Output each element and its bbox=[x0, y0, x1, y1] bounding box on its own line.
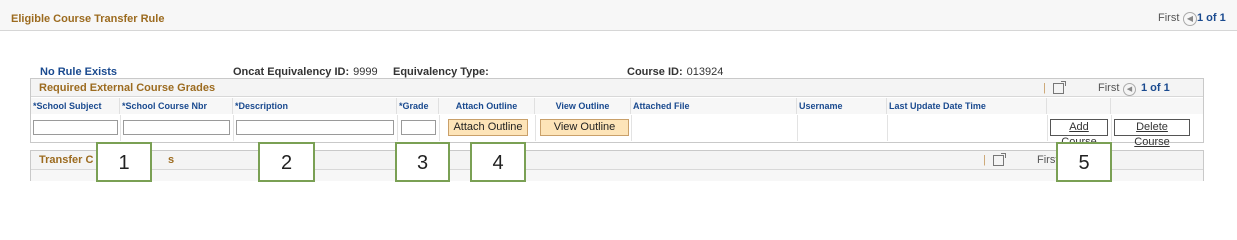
callout-5: 5 bbox=[1056, 142, 1112, 182]
oncat-label-text: Oncat Equivalency ID: bbox=[233, 66, 350, 78]
col-attach-outline: Attach Outline bbox=[439, 98, 535, 114]
cell-divider bbox=[1111, 115, 1112, 141]
grid-title-bar: Required External Course Grades | First … bbox=[31, 79, 1203, 97]
course-id-label-text: Course ID: bbox=[627, 66, 683, 78]
transfer-grid-title-left: Transfer C bbox=[39, 154, 94, 166]
school-subject-input[interactable] bbox=[33, 120, 118, 135]
page-title: Eligible Course Transfer Rule bbox=[11, 13, 165, 25]
grid-count: 1 of 1 bbox=[1141, 82, 1170, 94]
callout-3: 3 bbox=[395, 142, 450, 182]
col-grade: *Grade bbox=[397, 98, 439, 114]
col-view-outline: View Outline bbox=[535, 98, 631, 114]
grid-separator: | bbox=[1043, 82, 1046, 94]
grade-input[interactable] bbox=[401, 120, 436, 135]
transfer-grid-title-bar: Transfer C s | First bbox=[31, 151, 1203, 170]
oncat-equivalency-value: 9999 bbox=[353, 66, 378, 78]
callout-4: 4 bbox=[470, 142, 526, 182]
cell-divider bbox=[1047, 115, 1048, 141]
col-blank-1 bbox=[1047, 98, 1111, 114]
cell-divider bbox=[887, 115, 888, 141]
cell-divider bbox=[120, 115, 121, 141]
col-school-course-nbr: *School Course Nbr bbox=[120, 98, 233, 114]
col-attached-file: Attached File bbox=[631, 98, 797, 114]
col-school-subject: *School Subject bbox=[31, 98, 120, 114]
oncat-equivalency-label: Oncat Equivalency ID: 9999 bbox=[233, 66, 378, 78]
col-username: Username bbox=[797, 98, 887, 114]
no-rule-status: No Rule Exists bbox=[40, 66, 118, 78]
add-course-button[interactable]: Add Course bbox=[1050, 119, 1108, 148]
attach-outline-button[interactable]: Attach Outline bbox=[448, 119, 528, 136]
cell-divider bbox=[535, 115, 536, 141]
transfer-grid: Transfer C s | First bbox=[30, 150, 1204, 181]
grid-first-link[interactable]: First bbox=[1098, 82, 1119, 94]
school-course-nbr-input[interactable] bbox=[123, 120, 230, 135]
callout-2: 2 bbox=[258, 142, 315, 182]
grid-title: Required External Course Grades bbox=[39, 82, 216, 94]
cell-divider bbox=[797, 115, 798, 141]
transfer-grid-header-row bbox=[31, 170, 1203, 181]
view-outline-button[interactable]: View Outline bbox=[540, 119, 629, 136]
view-all-icon[interactable] bbox=[1053, 80, 1066, 94]
cell-divider bbox=[397, 115, 398, 141]
description-input[interactable] bbox=[236, 120, 394, 135]
pager-count: 1 of 1 bbox=[1197, 12, 1226, 24]
col-description: *Description bbox=[233, 98, 397, 114]
col-blank-2 bbox=[1111, 98, 1203, 114]
equivalency-type-label: Equivalency Type: bbox=[393, 66, 489, 78]
grid-prev-icon[interactable]: ◀ bbox=[1123, 82, 1136, 96]
transfer-grid-separator: | bbox=[983, 154, 986, 166]
cell-divider bbox=[631, 115, 632, 141]
cell-divider bbox=[439, 115, 440, 141]
transfer-view-all-icon[interactable] bbox=[993, 152, 1006, 166]
required-grades-grid: Required External Course Grades | First … bbox=[30, 78, 1204, 148]
pager-first-link[interactable]: First bbox=[1158, 12, 1179, 24]
course-id-value: 013924 bbox=[686, 66, 724, 78]
delete-course-button[interactable]: Delete Course bbox=[1114, 119, 1190, 148]
transfer-grid-title-right: s bbox=[168, 154, 175, 166]
cell-divider bbox=[233, 115, 234, 141]
callout-1: 1 bbox=[96, 142, 152, 182]
course-id-label: Course ID: 013924 bbox=[627, 66, 723, 78]
col-last-update: Last Update Date Time bbox=[887, 98, 1047, 114]
page-header: Eligible Course Transfer Rule First ◀ 1 … bbox=[0, 0, 1237, 31]
prev-icon[interactable]: ◀ bbox=[1183, 12, 1197, 26]
